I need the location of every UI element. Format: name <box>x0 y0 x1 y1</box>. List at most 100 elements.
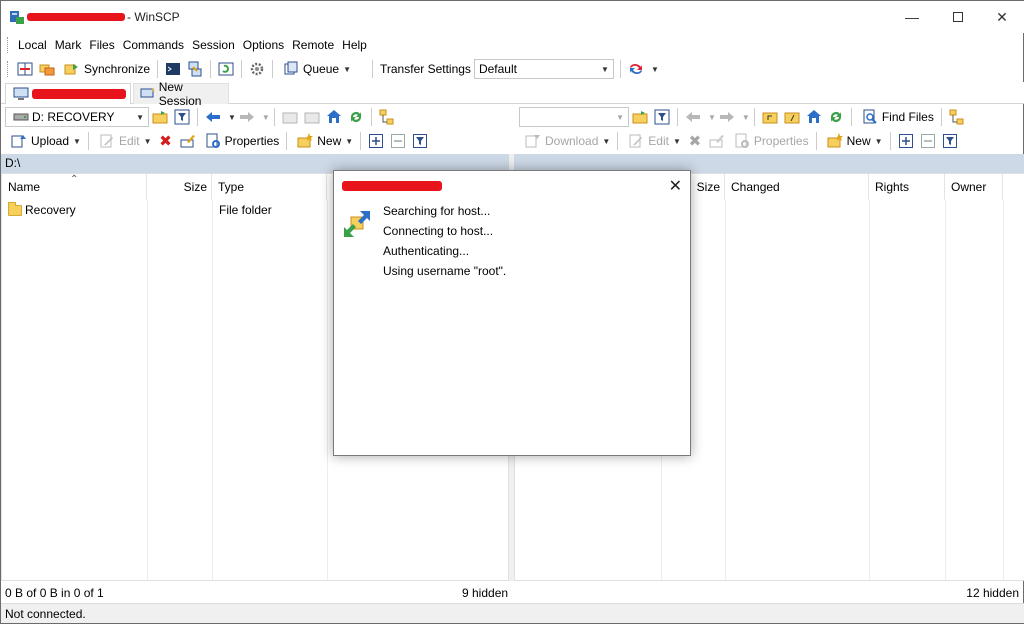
left-nav-toolbar: D: RECOVERY ▼ ▼ ▼ <box>5 105 509 129</box>
remote-tree-button[interactable] <box>948 108 966 126</box>
remote-properties-button[interactable]: Properties <box>728 130 812 152</box>
remote-path-select[interactable]: ▼ <box>519 107 629 127</box>
refresh-icon <box>350 112 361 122</box>
chevron-down-icon[interactable]: ▼ <box>742 113 750 122</box>
menu-bar: Local Mark Files Commands Session Option… <box>1 34 1024 56</box>
winscp-window: - WinSCP — ✕ Local Mark Files Commands S… <box>0 0 1024 624</box>
chevron-down-icon[interactable]: ▼ <box>228 113 236 122</box>
menu-options[interactable]: Options <box>239 35 288 55</box>
compare-dirs-button[interactable] <box>16 60 34 78</box>
edit-button[interactable]: Edit ▼ <box>93 130 155 152</box>
chevron-down-icon[interactable]: ▼ <box>708 113 716 122</box>
remote-filter-button[interactable] <box>653 108 671 126</box>
rename-icon <box>709 135 724 148</box>
filter-select-button[interactable] <box>411 132 429 150</box>
menu-local[interactable]: Local <box>14 35 51 55</box>
chevron-down-icon: ▼ <box>343 64 351 74</box>
home-icon <box>326 110 341 123</box>
chevron-down-icon: ▼ <box>143 136 152 146</box>
remote-back-button[interactable] <box>684 108 702 126</box>
delete-icon: ✖ <box>688 132 702 150</box>
putty-icon <box>188 61 202 77</box>
toolbar-separator <box>210 60 212 78</box>
forward-button[interactable] <box>238 108 256 126</box>
dialog-close-button[interactable]: ✕ <box>669 176 682 196</box>
maximize-button[interactable] <box>935 1 981 33</box>
remote-root-dir-button[interactable] <box>783 108 801 126</box>
toolbar-separator <box>850 108 852 126</box>
chevron-down-icon[interactable]: ▼ <box>651 65 659 74</box>
delete-button[interactable]: ✖ <box>157 132 175 150</box>
parent-dir-button[interactable] <box>281 108 299 126</box>
open-folder-button[interactable] <box>151 108 169 126</box>
remote-unselect-all-button[interactable] <box>919 132 937 150</box>
remote-select-all-button[interactable] <box>897 132 915 150</box>
home-icon <box>806 110 821 123</box>
putty-button[interactable] <box>186 60 204 78</box>
chevron-down-icon: ▼ <box>73 136 81 146</box>
main-toolbar: Synchronize Queue ▼ Transfer Settings Def… <box>1 56 1024 82</box>
redacted-dialog-title <box>342 181 442 191</box>
transfer-mode-button[interactable] <box>627 60 645 78</box>
upload-button[interactable]: Upload ▼ <box>5 130 84 152</box>
remote-refresh-button[interactable] <box>827 108 845 126</box>
remote-column-header-rights[interactable]: Rights <box>869 174 945 200</box>
close-button[interactable]: ✕ <box>979 1 1024 33</box>
toolbar-separator <box>157 60 159 78</box>
remote-home-button[interactable] <box>805 108 823 126</box>
remote-new-button[interactable]: New ▼ <box>821 130 886 152</box>
remote-filter-select-button[interactable] <box>941 132 959 150</box>
chevron-down-icon[interactable]: ▼ <box>262 113 270 122</box>
unselect-all-button[interactable] <box>389 132 407 150</box>
download-button[interactable]: Download ▼ <box>519 130 613 152</box>
remote-delete-button[interactable]: ✖ <box>686 132 704 150</box>
menu-files[interactable]: Files <box>85 35 118 55</box>
queue-button[interactable]: Queue ▼ <box>277 58 354 80</box>
menu-commands[interactable]: Commands <box>119 35 188 55</box>
download-label: Download <box>545 134 599 148</box>
find-files-button[interactable]: Find Files <box>856 106 937 128</box>
sync-browse-button[interactable] <box>38 60 56 78</box>
refresh-window-button[interactable] <box>217 60 235 78</box>
terminal-button[interactable] <box>164 60 182 78</box>
refresh-button[interactable] <box>347 108 365 126</box>
tab-new-session[interactable]: New Session <box>133 80 229 108</box>
root-dir-button[interactable] <box>303 108 321 126</box>
tab-current-session[interactable] <box>5 83 131 104</box>
minimize-button[interactable]: — <box>889 1 935 33</box>
column-header-size[interactable]: Size <box>147 174 212 200</box>
remote-column-header-owner[interactable]: Owner <box>945 174 1003 200</box>
menu-help[interactable]: Help <box>338 35 371 55</box>
chevron-down-icon: ▼ <box>602 136 611 146</box>
filter-icon <box>174 109 190 125</box>
remote-column-header-changed[interactable]: Changed <box>725 174 869 200</box>
remote-forward-button[interactable] <box>718 108 736 126</box>
remote-rename-button[interactable] <box>708 132 726 150</box>
home-button[interactable] <box>325 108 343 126</box>
rename-button[interactable] <box>179 132 197 150</box>
new-button[interactable]: New ▼ <box>291 130 356 152</box>
remote-hidden-count[interactable]: 12 hidden <box>966 586 1019 600</box>
remote-open-folder-button[interactable] <box>631 108 649 126</box>
remote-edit-button[interactable]: Edit ▼ <box>622 130 684 152</box>
properties-button[interactable]: Properties <box>199 130 283 152</box>
filter-button[interactable] <box>173 108 191 126</box>
remote-column-rights-label: Rights <box>875 180 910 194</box>
preferences-button[interactable] <box>248 60 266 78</box>
local-hidden-count[interactable]: 9 hidden <box>462 586 508 600</box>
back-button[interactable] <box>204 108 222 126</box>
menu-mark[interactable]: Mark <box>51 35 86 55</box>
column-header-name[interactable]: Name ⌃ <box>2 174 147 200</box>
menu-session[interactable]: Session <box>188 35 239 55</box>
chevron-down-icon: ▼ <box>672 136 681 146</box>
transfer-settings-select[interactable]: Default ▼ <box>473 59 614 79</box>
select-all-button[interactable] <box>367 132 385 150</box>
maximize-icon <box>953 12 963 22</box>
menu-remote[interactable]: Remote <box>288 35 338 55</box>
tree-button[interactable] <box>378 108 396 126</box>
remote-parent-dir-button[interactable] <box>761 108 779 126</box>
winscp-app-icon <box>10 11 24 24</box>
column-header-type[interactable]: Type <box>212 174 327 200</box>
local-drive-select[interactable]: D: RECOVERY ▼ <box>5 107 149 127</box>
synchronize-button[interactable]: Synchronize <box>58 58 153 80</box>
